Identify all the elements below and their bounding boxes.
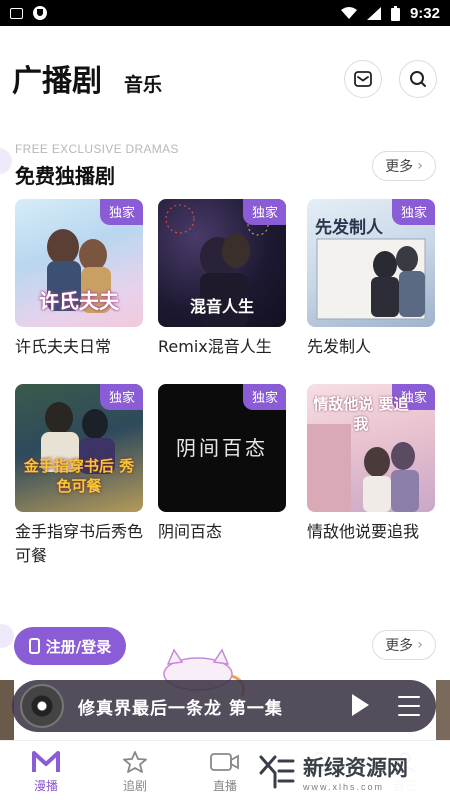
drama-cover[interactable]: 独家 混音人生 xyxy=(158,199,286,327)
tab-manbo[interactable]: 漫播 xyxy=(11,749,81,794)
shield-notification-icon xyxy=(33,6,47,20)
more-button[interactable]: 更多 › xyxy=(372,151,436,181)
cover-title: 先发制人 xyxy=(315,218,383,238)
wifi-icon xyxy=(340,6,357,19)
mail-icon xyxy=(354,71,372,87)
star-icon xyxy=(123,751,147,773)
m-logo-icon xyxy=(32,751,60,772)
drama-card[interactable]: 独家 阴间百态 阴间百态 xyxy=(158,384,286,544)
drama-card[interactable]: 独家 许氏夫夫 许氏夫夫日常 xyxy=(15,199,143,359)
drama-cover[interactable]: 独家 阴间百态 xyxy=(158,384,286,512)
drama-card[interactable]: 独家 金手指穿书后 秀色可餐 金手指穿书后秀色可餐 xyxy=(15,384,143,568)
register-login-button[interactable]: 注册/登录 xyxy=(14,627,126,665)
page-title[interactable]: 广播剧 xyxy=(12,56,102,100)
drama-card[interactable]: 独家 情敌他说 要追我 情敌他说要追我 xyxy=(307,384,435,544)
drama-title[interactable]: Remix混音人生 xyxy=(158,335,286,359)
cover-title: 金手指穿书后 秀色可餐 xyxy=(23,457,135,495)
decor-dot xyxy=(0,624,14,648)
decor-dot xyxy=(0,148,12,174)
drama-title[interactable]: 阴间百态 xyxy=(158,520,286,544)
exclusive-badge: 独家 xyxy=(242,384,286,410)
drama-card[interactable]: 独家 混音人生 Remix混音人生 xyxy=(158,199,286,359)
chevron-right-icon: › xyxy=(417,637,423,653)
section-subtitle: FREE EXCLUSIVE DRAMAS xyxy=(15,142,179,156)
drama-cover[interactable]: 独家 情敌他说 要追我 xyxy=(307,384,435,512)
exclusive-badge: 独家 xyxy=(99,199,143,225)
watermark-logo-icon xyxy=(259,755,295,789)
more-label: 更多 xyxy=(385,638,414,654)
album-disc-icon xyxy=(20,684,64,728)
live-camera-icon xyxy=(210,753,239,771)
play-icon[interactable] xyxy=(352,694,369,716)
cover-title: 阴间百态 xyxy=(176,436,268,460)
signal-icon xyxy=(366,6,381,20)
exclusive-badge: 独家 xyxy=(242,199,286,225)
mini-player[interactable]: 修真界最后一条龙 第一集 xyxy=(12,680,436,732)
drama-cover[interactable]: 独家 金手指穿书后 秀色可餐 xyxy=(15,384,143,512)
phone-icon xyxy=(28,638,40,654)
tab-zhuiju[interactable]: 追剧 xyxy=(100,749,170,794)
message-button[interactable] xyxy=(344,60,382,98)
image-notification-icon xyxy=(10,7,23,19)
register-login-label: 注册/登录 xyxy=(45,637,112,656)
cover-title: 情敌他说 要追我 xyxy=(313,395,409,433)
tab-zhibo[interactable]: 直播 xyxy=(190,749,260,794)
drama-title[interactable]: 先发制人 xyxy=(307,335,435,359)
search-icon xyxy=(410,71,426,87)
section-title: 免费独播剧 xyxy=(15,164,115,188)
tab-label: 漫播 xyxy=(33,779,58,793)
cover-title: 混音人生 xyxy=(189,297,254,316)
drama-cover[interactable]: 独家 先发制人 xyxy=(307,199,435,327)
drama-cover[interactable]: 独家 许氏夫夫 xyxy=(15,199,143,327)
cover-title: 许氏夫夫 xyxy=(39,289,119,313)
tab-music[interactable]: 音乐 xyxy=(124,70,162,97)
edge-card xyxy=(436,680,450,740)
more-button[interactable]: 更多 › xyxy=(372,630,436,660)
drama-title[interactable]: 情敌他说要追我 xyxy=(307,520,435,544)
more-label: 更多 xyxy=(385,159,414,175)
exclusive-badge: 独家 xyxy=(99,384,143,410)
playlist-icon[interactable] xyxy=(398,696,420,723)
drama-title[interactable]: 金手指穿书后秀色可餐 xyxy=(15,520,143,568)
tab-label: 直播 xyxy=(212,779,237,793)
tab-label: 追剧 xyxy=(122,779,147,793)
chevron-right-icon: › xyxy=(417,158,423,174)
watermark: 新绿资源网 www.xlhs.com xyxy=(251,748,429,796)
player-track-title[interactable]: 修真界最后一条龙 第一集 xyxy=(78,694,283,719)
status-bar: 9:32 xyxy=(0,0,450,26)
drama-title[interactable]: 许氏夫夫日常 xyxy=(15,335,143,359)
drama-card[interactable]: 独家 先发制人 先发制人 xyxy=(307,199,435,359)
watermark-sub: www.xlhs.com xyxy=(303,782,385,792)
watermark-main: 新绿资源网 xyxy=(303,756,408,780)
app-header: 广播剧 音乐 xyxy=(0,50,450,110)
search-button[interactable] xyxy=(399,60,437,98)
battery-icon xyxy=(390,5,400,21)
clock: 9:32 xyxy=(409,4,440,22)
